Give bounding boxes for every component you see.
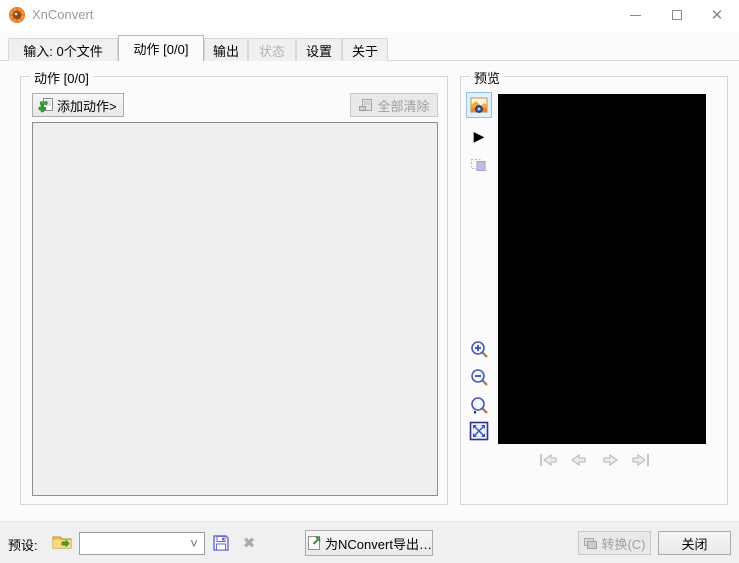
tab-bar: 输入: 0个文件 动作 [0/0] 输出 状态 设置 关于 [0, 35, 739, 61]
tab-settings[interactable]: 设置 [296, 38, 342, 61]
convert-button: 转换(C) [578, 531, 651, 555]
chevron-down-icon: ˅ [190, 536, 198, 551]
zoom-in-icon [470, 340, 489, 359]
tab-input[interactable]: 输入: 0个文件 [8, 38, 118, 61]
tab-status: 状态 [248, 38, 296, 61]
fit-to-window-button[interactable] [466, 418, 492, 444]
save-icon [212, 534, 230, 552]
tab-about[interactable]: 关于 [342, 38, 388, 61]
export-icon [306, 535, 322, 551]
preview-canvas[interactable] [498, 94, 706, 444]
add-action-icon [38, 97, 54, 113]
close-label: 关闭 [681, 536, 708, 552]
add-action-button[interactable]: 添加动作> [32, 93, 124, 117]
zoom-out-icon [470, 368, 489, 387]
close-window-button[interactable]: ✕ [697, 0, 737, 30]
bottom-bar: 预设: ˅ ✖ 为NConvert导出… 转换(C) 关闭 [0, 521, 739, 563]
magnifier-icon [470, 396, 489, 415]
play-button[interactable]: ▶ [466, 123, 492, 149]
tab-actions[interactable]: 动作 [0/0] [118, 35, 204, 61]
preview-nav [461, 451, 727, 469]
delete-x-icon: ✖ [242, 535, 256, 552]
open-preset-button[interactable] [50, 531, 74, 553]
preview-panel: 预览 ▶ [460, 68, 728, 505]
nav-first-button [537, 451, 559, 469]
presets-label: 预设: [8, 538, 38, 553]
maximize-button[interactable] [657, 0, 697, 30]
window-title: XnConvert [32, 7, 94, 22]
minimize-button[interactable] [615, 0, 655, 30]
nav-previous-button [568, 451, 590, 469]
nav-first-icon [537, 451, 559, 469]
fit-icon [469, 421, 489, 441]
app-logo-icon [8, 6, 26, 24]
save-preset-button[interactable] [209, 532, 233, 554]
preset-select[interactable]: ˅ [79, 532, 205, 555]
clear-all-icon [358, 97, 374, 113]
export-nconvert-label: 为NConvert导出… [325, 536, 432, 552]
export-nconvert-button[interactable]: 为NConvert导出… [305, 530, 433, 556]
compare-button [466, 151, 492, 177]
image-preview-icon [470, 96, 488, 114]
nav-next-button [599, 451, 621, 469]
folder-icon [52, 533, 72, 551]
close-button[interactable]: 关闭 [658, 531, 731, 555]
maximize-icon [672, 10, 682, 20]
convert-label: 转换(C) [601, 536, 646, 552]
play-icon: ▶ [473, 127, 485, 144]
close-icon: ✕ [710, 7, 724, 24]
nav-next-icon [599, 451, 621, 469]
clear-all-label: 全部清除 [377, 98, 430, 114]
zoom-in-button[interactable] [466, 336, 492, 362]
actions-list[interactable] [32, 122, 438, 496]
minimize-icon [629, 14, 641, 16]
titlebar: XnConvert ✕ [0, 0, 739, 31]
preview-toggle-button[interactable] [466, 92, 492, 118]
convert-icon [583, 537, 598, 550]
nav-last-icon [630, 451, 652, 469]
add-action-label: 添加动作> [57, 98, 117, 114]
nav-previous-icon [568, 451, 590, 469]
actions-panel: 动作 [0/0] 添加动作> 全部清除 [20, 68, 448, 505]
zoom-out-button[interactable] [466, 364, 492, 390]
tab-output[interactable]: 输出 [204, 38, 248, 61]
preview-panel-title: 预览 [470, 68, 505, 87]
zoom-original-button[interactable] [466, 392, 492, 418]
compare-icon [470, 155, 488, 173]
actions-panel-title: 动作 [0/0] [30, 68, 93, 87]
delete-preset-button: ✖ [237, 532, 261, 554]
nav-last-button [630, 451, 652, 469]
clear-all-button: 全部清除 [350, 93, 438, 117]
